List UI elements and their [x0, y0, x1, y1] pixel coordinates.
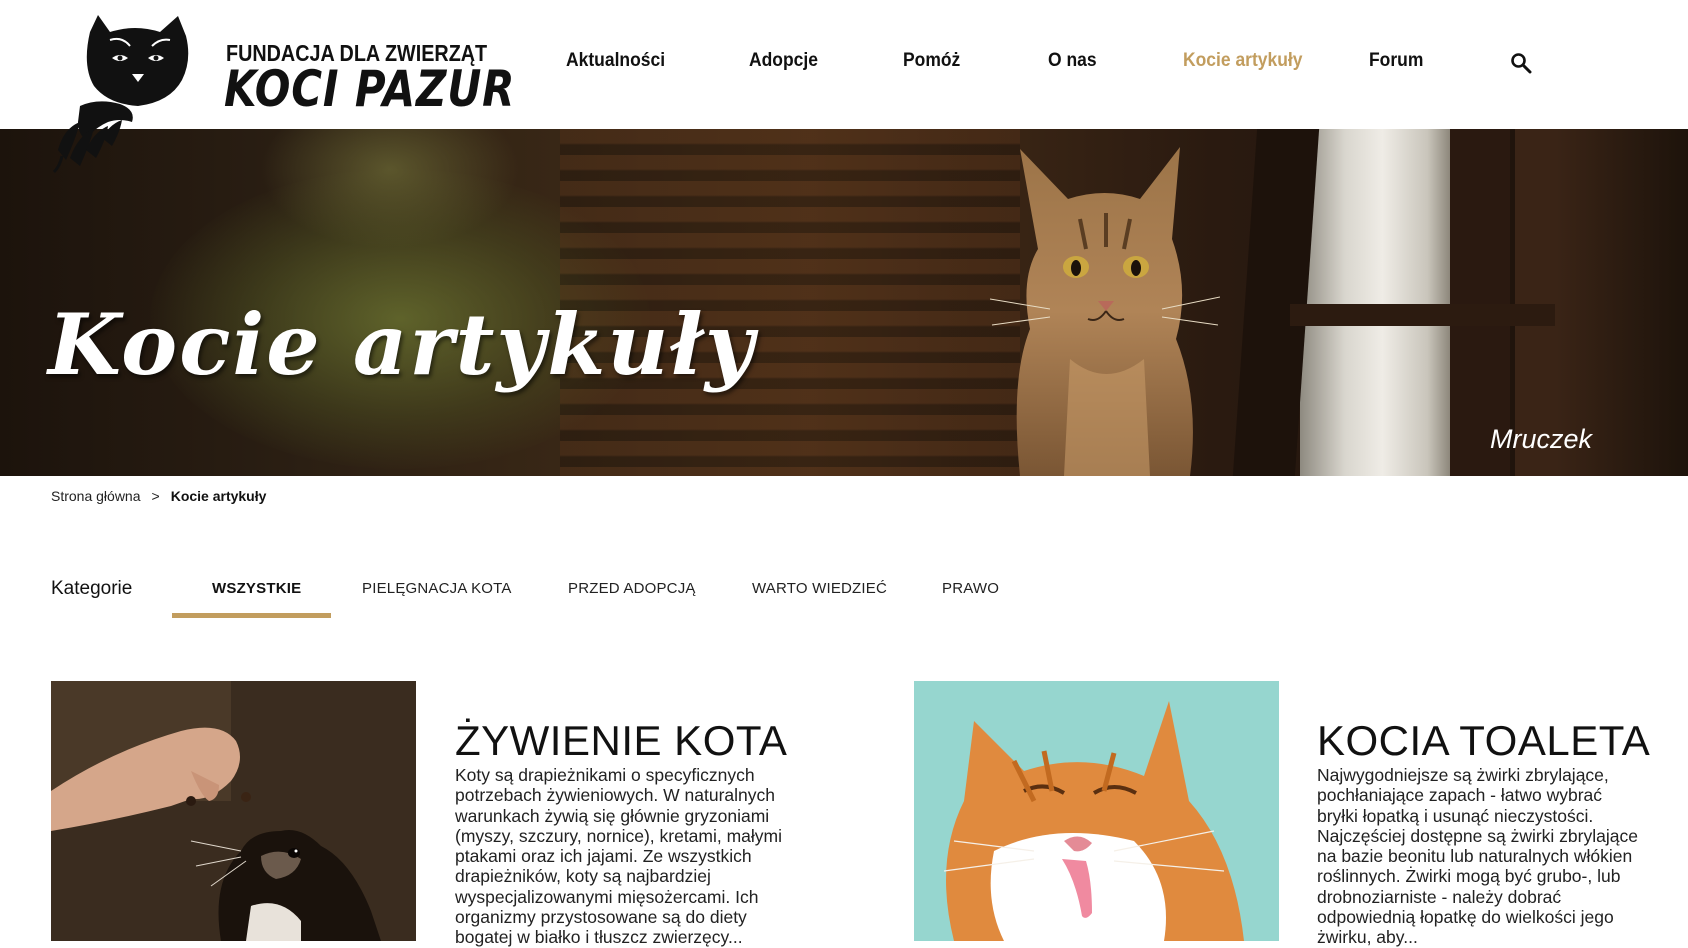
- cat-eating-image: [51, 681, 416, 941]
- breadcrumb-separator: >: [151, 488, 160, 504]
- tab-prawo[interactable]: PRAWO: [942, 580, 999, 597]
- hero-caption: Mruczek: [1489, 424, 1592, 454]
- hero-title: Kocie artykuły: [48, 295, 756, 395]
- categories-label: Kategorie: [51, 578, 133, 599]
- article-excerpt: Koty są drapieżnikami o specyficznych po…: [455, 765, 783, 948]
- cat-licking-image: [914, 681, 1279, 941]
- logo-text-line2: KOCI PAZUR: [224, 60, 516, 118]
- breadcrumb: Strona główna > Kocie artykuły: [51, 488, 266, 504]
- article-image-zywienie[interactable]: [51, 681, 416, 941]
- hero-cat-image: [990, 147, 1220, 476]
- article-title[interactable]: KOCIA TOALETA: [1317, 717, 1650, 765]
- article-image-toaleta[interactable]: [914, 681, 1279, 941]
- nav-item-pomoz[interactable]: Pomóż: [903, 50, 960, 72]
- article-title[interactable]: ŻYWIENIE KOTA: [455, 717, 787, 765]
- nav-item-kocie-artykuly[interactable]: Kocie artykuły: [1183, 50, 1303, 72]
- tab-wszystkie[interactable]: WSZYSTKIE: [212, 580, 301, 597]
- active-tab-indicator: [172, 613, 331, 618]
- nav-item-forum[interactable]: Forum: [1369, 50, 1423, 72]
- tab-przed-adopcja[interactable]: PRZED ADOPCJĄ: [568, 580, 696, 597]
- tab-warto-wiedziec[interactable]: WARTO WIEDZIEĆ: [752, 580, 887, 597]
- nav-item-o-nas[interactable]: O nas: [1048, 50, 1097, 72]
- hero-banner: Kocie artykuły Mruczek: [0, 129, 1688, 476]
- breadcrumb-current: Kocie artykuły: [170, 488, 267, 504]
- hero-pillar: [1300, 129, 1450, 476]
- tab-pielegnacja-kota[interactable]: PIELĘGNACJA KOTA: [362, 580, 512, 597]
- cat-logo-icon: [52, 15, 189, 174]
- category-tabs: Kategorie WSZYSTKIE PIELĘGNACJA KOTA PRZ…: [0, 570, 1688, 620]
- nav-item-aktualnosci[interactable]: Aktualności: [566, 50, 665, 72]
- breadcrumb-home-link[interactable]: Strona główna: [51, 488, 141, 504]
- site-logo[interactable]: FUNDACJA DLA ZWIERZĄT KOCI PAZUR: [50, 10, 515, 180]
- nav-item-adopcje[interactable]: Adopcje: [749, 50, 818, 72]
- article-excerpt: Najwygodniejsze są żwirki zbrylające, po…: [1317, 765, 1638, 948]
- search-icon[interactable]: [1510, 52, 1532, 74]
